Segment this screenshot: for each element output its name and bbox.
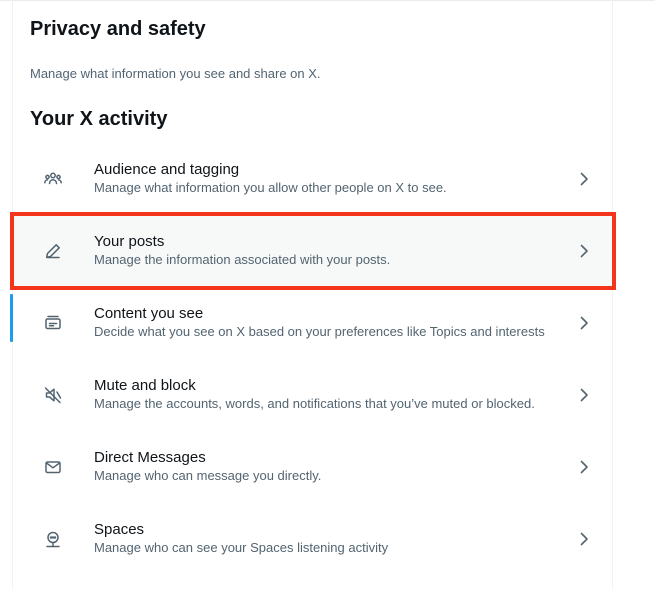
settings-item-mute-and-block[interactable]: Mute and block Manage the accounts, word… (13, 359, 612, 431)
item-label: Your posts (94, 233, 165, 250)
item-description: Manage who can see your Spaces listening… (94, 540, 389, 555)
page-description: Manage what information you see and shar… (30, 66, 321, 81)
chevron-right-icon (574, 313, 594, 333)
content-icon (43, 313, 63, 333)
mute-icon (43, 385, 63, 405)
item-description: Manage what information you allow other … (94, 180, 447, 195)
settings-item-content-you-see[interactable]: Content you see Decide what you see on X… (13, 287, 612, 359)
envelope-icon (43, 457, 63, 477)
item-label: Mute and block (94, 377, 196, 394)
item-description: Manage the information associated with y… (94, 252, 391, 267)
chevron-right-icon (574, 169, 594, 189)
microphone-icon (43, 529, 63, 549)
settings-item-direct-messages[interactable]: Direct Messages Manage who can message y… (13, 431, 612, 503)
chevron-right-icon (574, 385, 594, 405)
settings-item-your-posts[interactable]: Your posts Manage the information associ… (13, 215, 612, 287)
active-indicator (10, 294, 13, 342)
chevron-right-icon (574, 529, 594, 549)
privacy-safety-panel: Privacy and safety Manage what informati… (12, 0, 613, 589)
item-description: Manage the accounts, words, and notifica… (94, 396, 535, 411)
page-title: Privacy and safety (30, 18, 206, 40)
settings-item-spaces[interactable]: Spaces Manage who can see your Spaces li… (13, 503, 612, 575)
settings-page: Privacy and safety Manage what informati… (0, 0, 655, 589)
chevron-right-icon (574, 241, 594, 261)
item-description: Manage who can message you directly. (94, 468, 322, 483)
section-title: Your X activity (30, 108, 168, 130)
item-label: Direct Messages (94, 449, 206, 466)
item-label: Audience and tagging (94, 161, 240, 178)
chevron-right-icon (574, 457, 594, 477)
item-description: Decide what you see on X based on your p… (94, 324, 545, 339)
item-label: Content you see (94, 305, 204, 322)
settings-item-audience-and-tagging[interactable]: Audience and tagging Manage what informa… (13, 143, 612, 215)
people-icon (43, 169, 63, 189)
pencil-icon (43, 241, 63, 261)
item-label: Spaces (94, 521, 145, 538)
